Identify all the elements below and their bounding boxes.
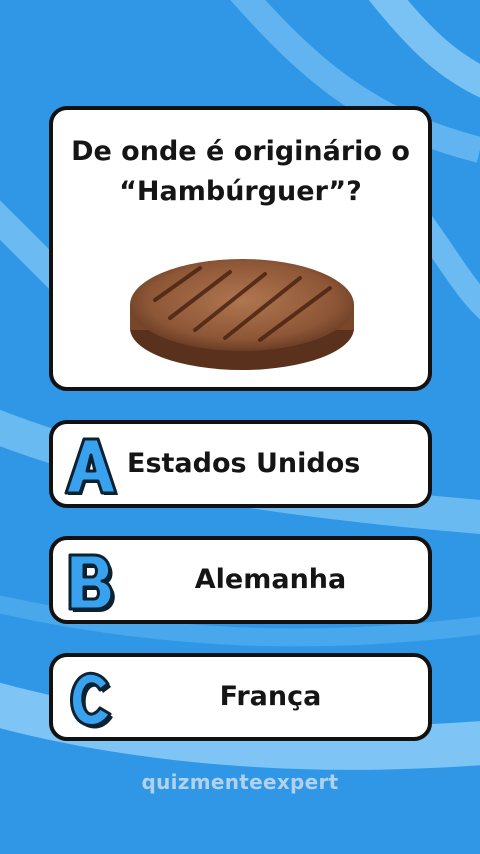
question-text: De onde é originário o “Hambúrguer”? bbox=[71, 136, 410, 207]
watermark: quizmenteexpert bbox=[141, 770, 339, 794]
answer-text-a: Estados Unidos bbox=[127, 448, 361, 479]
answer-option-a[interactable]: Estados Unidos bbox=[49, 420, 432, 508]
letter-c-icon bbox=[70, 671, 113, 729]
answer-option-c[interactable]: França bbox=[49, 653, 432, 741]
hamburger-patty-icon bbox=[130, 259, 354, 370]
answer-text-c: França bbox=[219, 681, 322, 712]
letter-b-icon bbox=[68, 553, 115, 612]
answer-text-b: Alemanha bbox=[194, 564, 347, 595]
letter-a-icon bbox=[64, 437, 118, 495]
answer-option-b[interactable]: Alemanha bbox=[49, 536, 432, 624]
question-card: De onde é originário o “Hambúrguer”? bbox=[49, 106, 432, 391]
